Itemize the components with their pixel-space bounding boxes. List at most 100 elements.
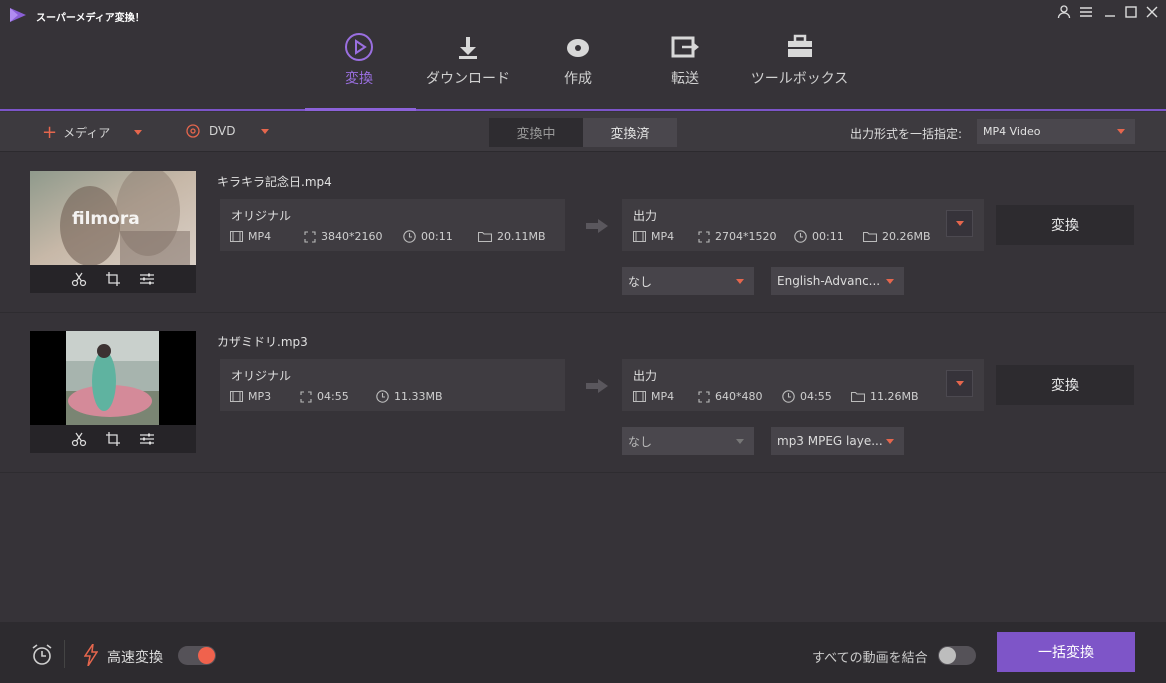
tab-toolbox[interactable]: ツールボックス — [742, 30, 857, 88]
source-size: 11.33MB — [394, 390, 443, 403]
chevron-down-icon — [1117, 129, 1125, 134]
resolution-icon — [698, 390, 710, 403]
add-media-label: メディア — [63, 126, 111, 140]
fast-convert-toggle[interactable] — [178, 646, 216, 665]
subtitle-select[interactable]: なし — [622, 427, 754, 455]
tab-transfer-label: 転送 — [671, 71, 699, 87]
file-row: filmora キラキラ記念日.mp4 オリジナル MP4 3840*2160 … — [0, 153, 1166, 313]
subtitle-value: なし — [628, 274, 653, 289]
menu-icon[interactable] — [1078, 4, 1094, 20]
output-format-select[interactable]: MP4 Video — [977, 119, 1135, 144]
output-format: MP4 — [651, 390, 675, 403]
dvd-label: DVD — [209, 124, 236, 138]
chevron-down-icon — [736, 439, 744, 444]
merge-videos-toggle[interactable] — [938, 646, 976, 665]
status-segmented-control: 変換中 変換済 — [489, 118, 677, 147]
output-settings-dropdown[interactable] — [946, 210, 973, 237]
app-window: { "app": {"title": "スーパーメディア変換！"}, "nav"… — [0, 0, 1166, 683]
resolution-icon — [304, 230, 316, 243]
chevron-down-icon[interactable] — [134, 130, 143, 135]
video-thumbnail-image: filmora — [30, 171, 196, 265]
output-size: 11.26MB — [870, 390, 919, 403]
maximize-icon[interactable] — [1123, 4, 1139, 20]
chevron-down-icon — [886, 439, 894, 444]
output-format-value: MP4 Video — [983, 125, 1041, 138]
audio-track-select[interactable]: English-Advanc... — [771, 267, 904, 295]
chevron-down-icon[interactable] — [261, 128, 270, 134]
audio-track-select[interactable]: mp3 MPEG laye... — [771, 427, 904, 455]
chevron-down-icon — [955, 381, 964, 386]
folder-icon — [863, 231, 877, 242]
tab-convert[interactable]: 変換 — [304, 30, 414, 88]
source-duration: 00:11 — [421, 230, 453, 243]
clock-icon — [403, 230, 416, 243]
tab-completed[interactable]: 変換済 — [583, 118, 677, 147]
source-title: オリジナル — [231, 369, 292, 383]
lightning-icon — [84, 644, 98, 666]
crop-icon[interactable] — [105, 431, 121, 447]
output-format-label: 出力形式を一括指定: — [850, 127, 963, 141]
minimize-icon[interactable] — [1102, 4, 1118, 20]
film-icon — [230, 231, 243, 242]
tab-transfer[interactable]: 転送 — [630, 30, 740, 88]
dvd-icon — [186, 124, 200, 138]
film-icon — [633, 231, 646, 242]
convert-button[interactable]: 変換 — [996, 205, 1134, 245]
dvd-button[interactable]: DVD — [186, 124, 270, 138]
merge-videos-label: すべての動画を結合 — [812, 651, 928, 666]
output-duration: 04:55 — [800, 390, 832, 403]
tab-download-label: ダウンロード — [426, 71, 510, 87]
tab-toolbox-label: ツールボックス — [750, 71, 849, 87]
film-icon — [633, 391, 646, 402]
source-duration: 04:55 — [317, 390, 349, 403]
chevron-down-icon — [736, 279, 744, 284]
arrow-right-icon — [586, 379, 608, 393]
scissors-icon[interactable] — [71, 431, 87, 447]
output-resolution: 640*480 — [715, 390, 763, 403]
resolution-icon — [698, 230, 710, 243]
account-icon[interactable] — [1056, 4, 1072, 20]
output-title: 出力 — [633, 369, 658, 383]
close-icon[interactable] — [1144, 4, 1160, 20]
effects-icon[interactable] — [139, 271, 155, 287]
resolution-icon — [300, 390, 312, 403]
output-info: 出力 MP4 2704*1520 00:11 20.26MB — [622, 199, 984, 251]
scissors-icon[interactable] — [71, 271, 87, 287]
tab-in-progress[interactable]: 変換中 — [489, 118, 583, 147]
subtitle-select[interactable]: なし — [622, 267, 754, 295]
video-thumbnail-image — [30, 331, 196, 425]
convert-button[interactable]: 変換 — [996, 365, 1134, 405]
subtitle-value: なし — [628, 434, 653, 449]
folder-icon — [478, 231, 492, 242]
tab-download[interactable]: ダウンロード — [413, 30, 523, 88]
source-format: MP3 — [248, 390, 272, 403]
source-info: オリジナル MP3 04:55 11.33MB — [220, 359, 565, 411]
output-title: 出力 — [633, 209, 658, 223]
file-name: カザミドリ.mp3 — [217, 335, 308, 349]
film-icon — [230, 391, 243, 402]
tab-create-label: 作成 — [564, 71, 592, 87]
watermark-text: filmora — [72, 209, 140, 229]
effects-icon[interactable] — [139, 431, 155, 447]
source-size: 20.11MB — [497, 230, 546, 243]
source-resolution: 3840*2160 — [321, 230, 383, 243]
output-resolution: 2704*1520 — [715, 230, 777, 243]
alarm-clock-icon[interactable] — [30, 643, 54, 667]
output-settings-dropdown[interactable] — [946, 370, 973, 397]
tab-create[interactable]: 作成 — [523, 30, 633, 88]
tab-divider — [0, 109, 1166, 111]
source-title: オリジナル — [231, 209, 292, 223]
file-thumbnail[interactable]: filmora — [30, 171, 196, 293]
toolbox-icon — [787, 34, 812, 57]
output-size: 20.26MB — [882, 230, 931, 243]
disc-icon — [567, 39, 589, 57]
chevron-down-icon — [886, 279, 894, 284]
output-info: 出力 MP4 640*480 04:55 11.26MB — [622, 359, 984, 411]
divider — [64, 640, 65, 668]
add-media-button[interactable]: + メディア — [42, 123, 143, 141]
convert-icon — [345, 33, 373, 61]
batch-convert-button[interactable]: 一括変換 — [997, 632, 1135, 672]
crop-icon[interactable] — [105, 271, 121, 287]
tab-convert-label: 変換 — [345, 71, 373, 87]
file-thumbnail[interactable] — [30, 331, 196, 453]
